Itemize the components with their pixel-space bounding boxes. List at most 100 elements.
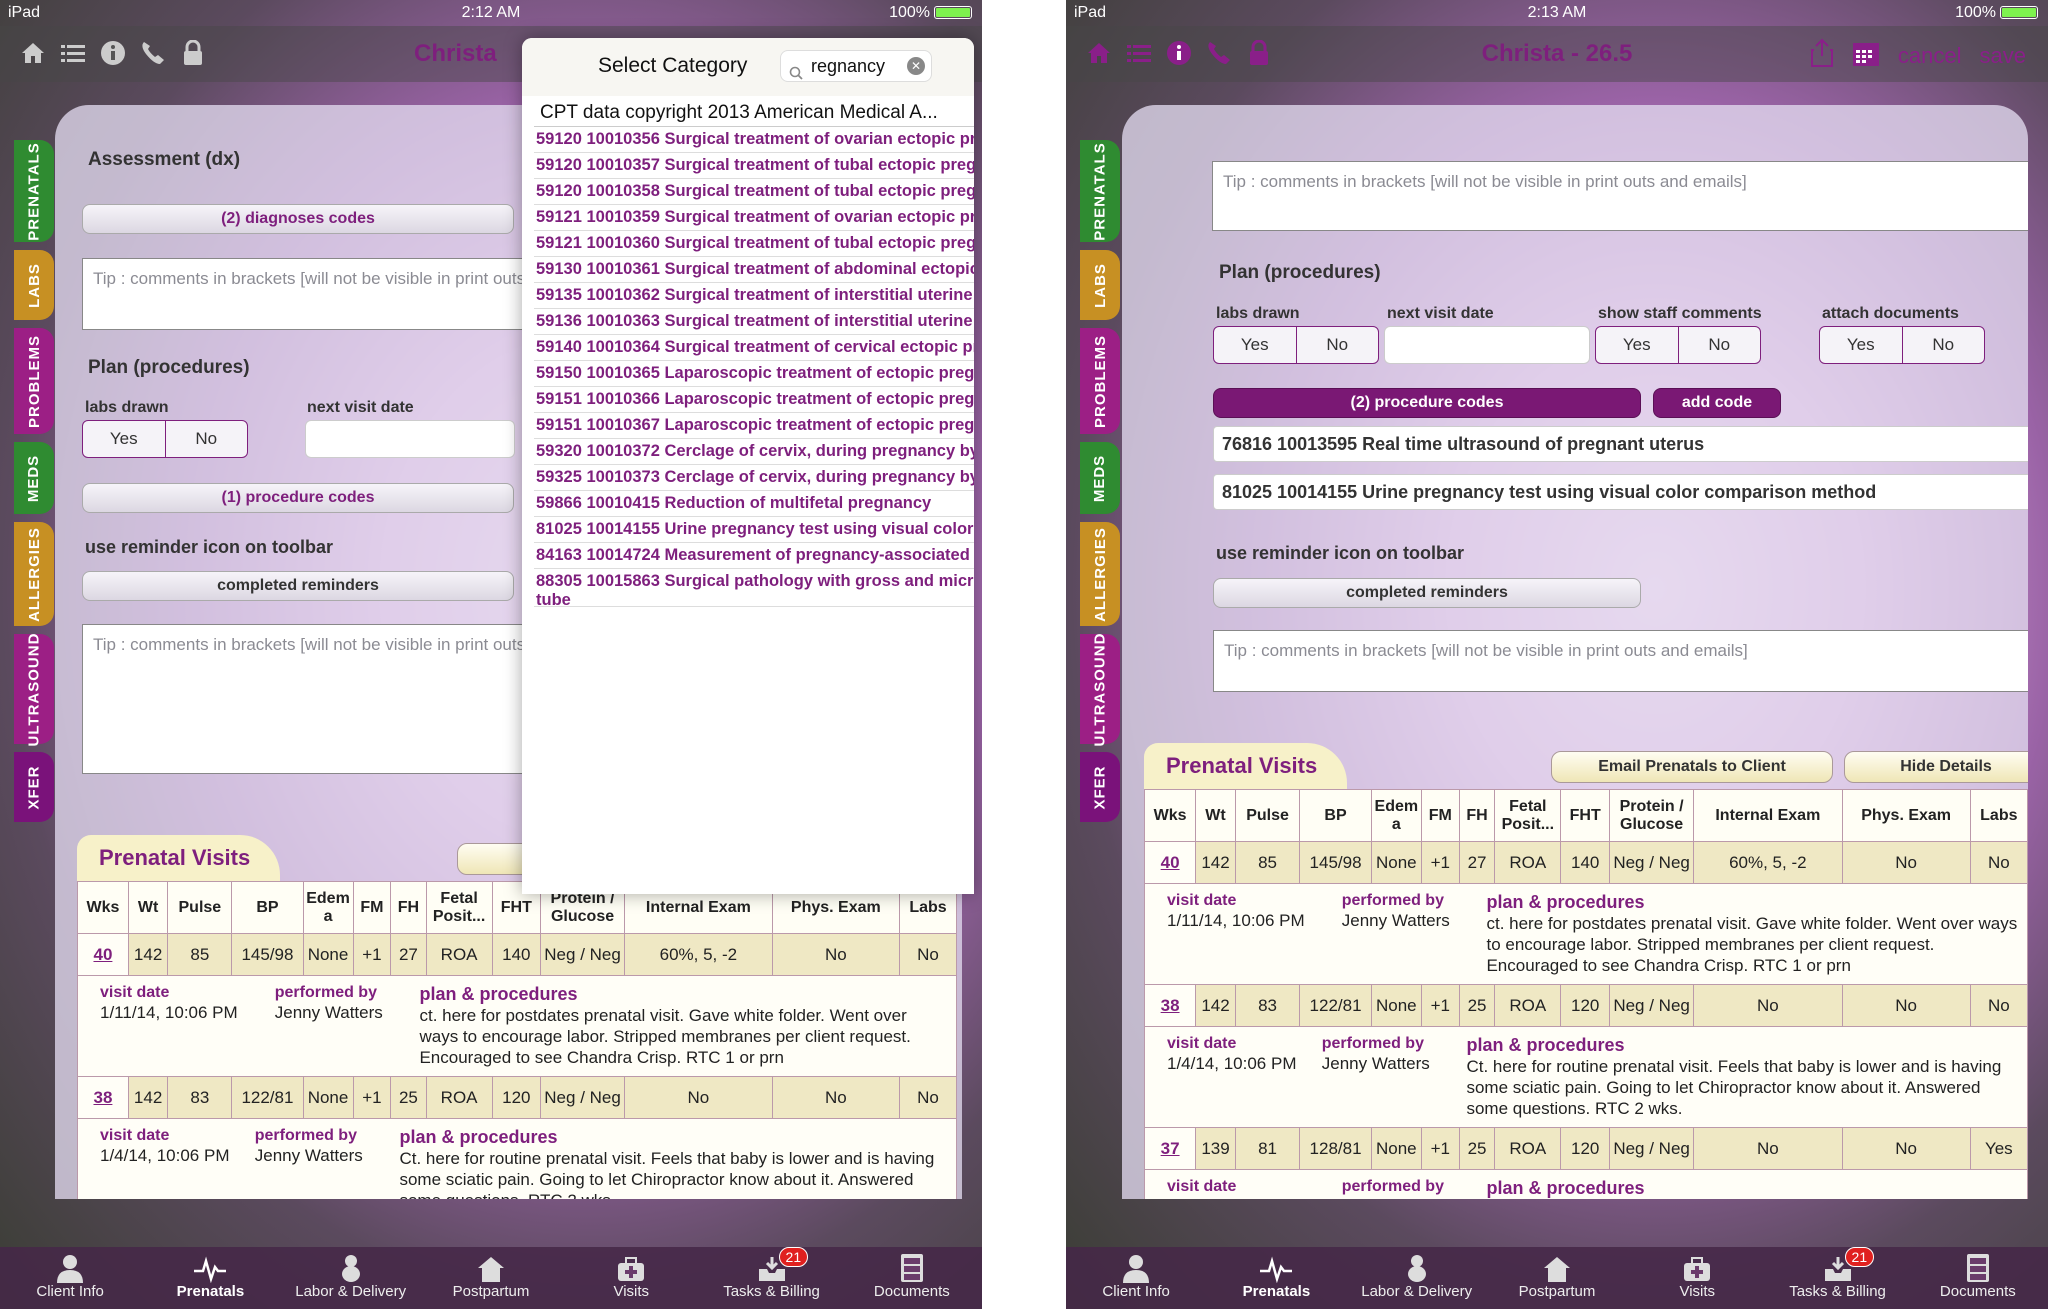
- tab-client-info[interactable]: Client Info: [0, 1247, 140, 1309]
- plan-comment-field[interactable]: Tip : comments in brackets [will not be …: [1213, 630, 2028, 692]
- category-search-input[interactable]: regnancy ✕: [780, 50, 932, 82]
- week-link-text[interactable]: 38: [93, 1088, 112, 1107]
- category-item[interactable]: 59320 10010372 Cerclage of cervix, durin…: [534, 439, 974, 465]
- assessment-comment-field[interactable]: Tip : comments in brackets [will not be …: [82, 258, 562, 330]
- side-tab-allergies[interactable]: ALLERGIES: [14, 522, 54, 626]
- tab-client-info[interactable]: Client Info: [1066, 1247, 1206, 1309]
- category-item[interactable]: 59150 10010365 Laparoscopic treatment of…: [534, 361, 974, 387]
- medkit-icon: [561, 1251, 701, 1283]
- search-value: regnancy: [811, 56, 886, 76]
- tab-visits[interactable]: Visits: [561, 1247, 701, 1309]
- side-tab-labs[interactable]: LABS: [1080, 250, 1120, 320]
- procedure-codes-button[interactable]: (2) procedure codes: [1213, 388, 1641, 418]
- side-tab-ultrasound[interactable]: ULTRASOUND: [14, 632, 54, 746]
- category-item[interactable]: 59121 10010360 Surgical treatment of tub…: [534, 231, 974, 257]
- email-prenatals-button[interactable]: Email Prenatals to Client: [1551, 751, 1833, 783]
- category-item[interactable]: 81025 10014155 Urine pregnancy test usin…: [534, 517, 974, 543]
- category-item[interactable]: 59135 10010362 Surgical treatment of int…: [534, 283, 974, 309]
- tab-postpartum[interactable]: Postpartum: [1487, 1247, 1627, 1309]
- category-item[interactable]: 59866 10010415 Reduction of multifetal p…: [534, 491, 974, 517]
- staff-no-option[interactable]: No: [1677, 327, 1761, 363]
- tab-tasks-billing[interactable]: 21 Tasks & Billing: [701, 1247, 841, 1309]
- side-tab-problems[interactable]: PROBLEMS: [14, 328, 54, 434]
- procedure-codes-button[interactable]: (1) procedure codes: [82, 483, 514, 513]
- category-item[interactable]: 59130 10010361 Surgical treatment of abd…: [534, 257, 974, 283]
- week-link[interactable]: 38: [77, 1076, 129, 1119]
- category-item[interactable]: 59120 10010358 Surgical treatment of tub…: [534, 179, 974, 205]
- tab-tasks-billing[interactable]: 21 Tasks & Billing: [1767, 1247, 1907, 1309]
- table-cell: +1: [352, 1076, 392, 1119]
- procedure-code-row[interactable]: 81025 10014155 Urine pregnancy test usin…: [1213, 474, 2028, 510]
- clear-search-icon[interactable]: ✕: [907, 57, 925, 75]
- completed-reminders-button[interactable]: completed reminders: [82, 571, 514, 601]
- category-item[interactable]: 59136 10010363 Surgical treatment of int…: [534, 309, 974, 335]
- side-tab-labs[interactable]: LABS: [14, 250, 54, 320]
- side-tab-allergies[interactable]: ALLERGIES: [1080, 522, 1120, 626]
- side-tab-prenatals[interactable]: PRENATALS: [14, 140, 54, 242]
- labs-drawn-toggle[interactable]: Yes No: [1213, 326, 1379, 364]
- week-link-text[interactable]: 40: [93, 945, 112, 964]
- show-staff-comments-toggle[interactable]: Yes No: [1595, 326, 1761, 364]
- attach-yes-option[interactable]: Yes: [1820, 327, 1902, 363]
- lock-icon[interactable]: [178, 38, 208, 68]
- save-button[interactable]: save: [1980, 43, 2026, 69]
- share-icon[interactable]: [1810, 38, 1834, 74]
- week-link[interactable]: 40: [77, 933, 129, 976]
- category-item[interactable]: 59325 10010373 Cerclage of cervix, durin…: [534, 465, 974, 491]
- phone-icon[interactable]: [138, 38, 168, 68]
- home-icon[interactable]: [18, 38, 48, 68]
- plan-comment-field[interactable]: Tip : comments in brackets [will not be …: [82, 624, 562, 774]
- tab-labor-delivery[interactable]: Labor & Delivery: [281, 1247, 421, 1309]
- week-link[interactable]: 38: [1144, 984, 1197, 1027]
- completed-reminders-button[interactable]: completed reminders: [1213, 578, 1641, 608]
- category-item[interactable]: 84163 10014724 Measurement of pregnancy-…: [534, 543, 974, 569]
- side-tab-xfer[interactable]: XFER: [14, 752, 54, 822]
- diagnoses-codes-button[interactable]: (2) diagnoses codes: [82, 204, 514, 234]
- category-item[interactable]: 59120 10010356 Surgical treatment of ova…: [534, 127, 974, 153]
- week-link[interactable]: 40: [1144, 841, 1197, 884]
- tab-prenatals[interactable]: Prenatals: [140, 1247, 280, 1309]
- attach-documents-toggle[interactable]: Yes No: [1819, 326, 1985, 364]
- staff-yes-option[interactable]: Yes: [1596, 327, 1678, 363]
- tab-visits[interactable]: Visits: [1627, 1247, 1767, 1309]
- week-link-text[interactable]: 38: [1161, 996, 1180, 1015]
- tab-postpartum[interactable]: Postpartum: [421, 1247, 561, 1309]
- procedure-code-row[interactable]: 76816 10013595 Real time ultrasound of p…: [1213, 426, 2028, 462]
- add-code-button[interactable]: add code: [1653, 388, 1781, 418]
- tab-documents[interactable]: Documents: [1908, 1247, 2048, 1309]
- side-tab-xfer[interactable]: XFER: [1080, 752, 1120, 822]
- category-item[interactable]: 59120 10010357 Surgical treatment of tub…: [534, 153, 974, 179]
- cancel-button[interactable]: cancel: [1898, 43, 1962, 69]
- hide-details-button[interactable]: Hide Details: [1844, 751, 2028, 783]
- tab-prenatals[interactable]: Prenatals: [1206, 1247, 1346, 1309]
- week-link-text[interactable]: 37: [1161, 1139, 1180, 1158]
- week-link-text[interactable]: 40: [1161, 853, 1180, 872]
- side-tab-meds[interactable]: MEDS: [14, 442, 54, 514]
- list-icon[interactable]: [58, 38, 88, 68]
- category-item[interactable]: 59151 10010367 Laparoscopic treatment of…: [534, 413, 974, 439]
- category-item[interactable]: 88305 10015863 Surgical pathology with g…: [534, 569, 974, 607]
- labs-no-option[interactable]: No: [164, 421, 248, 457]
- side-tab-prenatals[interactable]: PRENATALS: [1080, 140, 1120, 242]
- side-tab-meds[interactable]: MEDS: [1080, 442, 1120, 514]
- week-link[interactable]: 37: [1144, 1127, 1197, 1170]
- tab-labor-delivery[interactable]: Labor & Delivery: [1347, 1247, 1487, 1309]
- category-item[interactable]: 59121 10010359 Surgical treatment of ova…: [534, 205, 974, 231]
- assessment-comment-field[interactable]: Tip : comments in brackets [will not be …: [1212, 161, 2028, 231]
- side-tab-ultrasound[interactable]: ULTRASOUND: [1080, 632, 1120, 746]
- labs-no-option[interactable]: No: [1295, 327, 1379, 363]
- next-visit-date-field[interactable]: [305, 420, 515, 458]
- side-tab-problems[interactable]: PROBLEMS: [1080, 328, 1120, 434]
- labs-drawn-toggle[interactable]: Yes No: [82, 420, 248, 458]
- labs-yes-option[interactable]: Yes: [1214, 327, 1296, 363]
- next-visit-date-field[interactable]: [1384, 326, 1590, 364]
- info-icon[interactable]: [98, 38, 128, 68]
- prenatal-visits-section: Prenatal Visits Email Prenatals to Clien…: [1144, 743, 2028, 1199]
- calendar-icon[interactable]: [1852, 39, 1880, 73]
- tab-documents[interactable]: Documents: [842, 1247, 982, 1309]
- col-protein-glucose: Protein / Glucose: [1609, 789, 1695, 842]
- attach-no-option[interactable]: No: [1901, 327, 1985, 363]
- labs-yes-option[interactable]: Yes: [83, 421, 165, 457]
- category-item[interactable]: 59151 10010366 Laparoscopic treatment of…: [534, 387, 974, 413]
- category-item[interactable]: 59140 10010364 Surgical treatment of cer…: [534, 335, 974, 361]
